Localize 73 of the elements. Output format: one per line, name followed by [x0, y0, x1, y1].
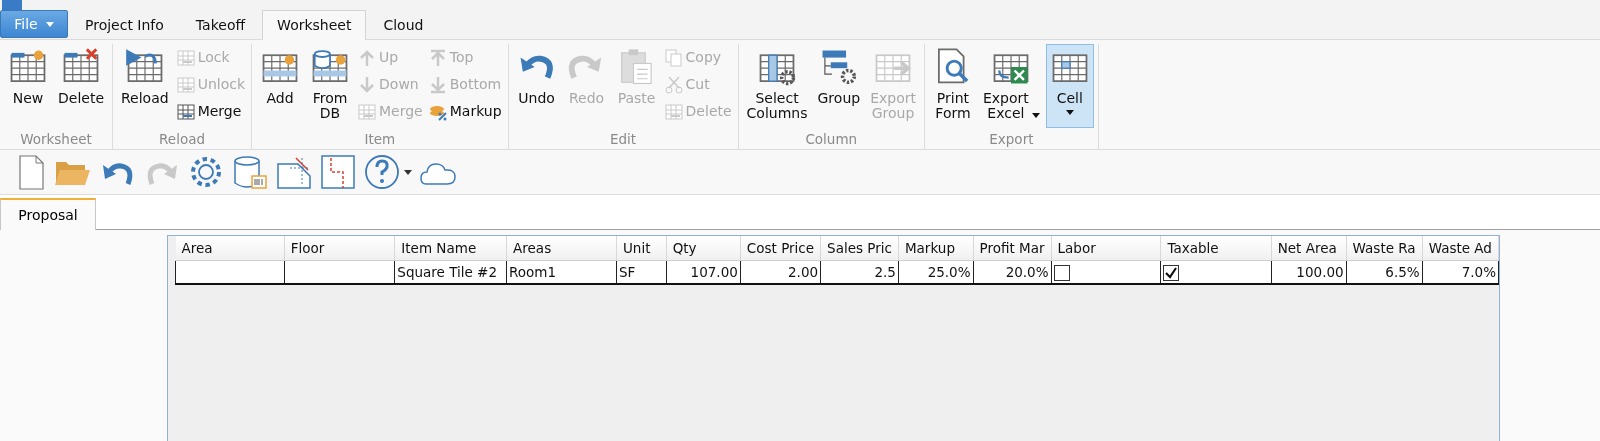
- column-header[interactable]: Profit Mar: [973, 236, 1051, 260]
- floor-plan-icon: [276, 154, 312, 190]
- group-label: Edit: [609, 130, 638, 149]
- check-icon: [1165, 266, 1178, 279]
- table-cell: 100.00: [1296, 263, 1344, 280]
- help-icon: [364, 154, 400, 190]
- toolbar-button[interactable]: [362, 154, 414, 190]
- column-header[interactable]: Area: [175, 236, 285, 260]
- ribbon-button[interactable]: Delete: [54, 44, 108, 128]
- table-icon: [664, 102, 683, 121]
- merge-icon: [358, 102, 377, 121]
- group-label: Export: [988, 130, 1035, 149]
- table-cell: 107.00: [690, 263, 738, 280]
- ribbon-button[interactable]: Select Columns: [742, 44, 812, 128]
- ribbon-button[interactable]: Reload: [117, 44, 173, 128]
- ribbon-tab[interactable]: Takeoff: [180, 10, 261, 39]
- column-header[interactable]: Waste Ra: [1346, 236, 1423, 260]
- column-header[interactable]: Unit: [616, 236, 667, 260]
- ribbon-tab[interactable]: Project Info: [70, 10, 179, 39]
- checkbox[interactable]: [1163, 264, 1180, 281]
- database-icon: [232, 154, 268, 190]
- group-label: Worksheet: [19, 130, 93, 149]
- column-header[interactable]: Floor: [284, 236, 395, 260]
- caret-icon: [404, 169, 412, 175]
- ribbon-button[interactable]: Markup: [426, 98, 504, 125]
- table-cell: Room1: [509, 263, 557, 280]
- column-header[interactable]: Taxable: [1160, 236, 1272, 260]
- app-icon: [2, 0, 22, 10]
- table-cell: SF: [619, 263, 636, 280]
- floor-plan-icon: [320, 154, 356, 190]
- group-label: Column: [804, 130, 859, 149]
- merge-icon: [176, 102, 195, 121]
- copy-icon: [664, 48, 683, 67]
- column-header[interactable]: Waste Ad: [1422, 236, 1499, 260]
- ribbon-tab[interactable]: Cloud: [368, 10, 439, 39]
- table-cell: 7.0%: [1461, 263, 1496, 280]
- ribbon-button[interactable]: Group: [813, 44, 865, 128]
- column-header[interactable]: Qty: [666, 236, 741, 260]
- scissors-icon: [664, 75, 683, 94]
- column-header[interactable]: Item Name: [394, 236, 507, 260]
- toolbar-button[interactable]: [274, 154, 314, 190]
- down-arrow-icon: [358, 75, 377, 94]
- ribbon-button[interactable]: Merge: [174, 98, 248, 125]
- bottom-arrow-icon: [428, 75, 447, 94]
- group-label: Reload: [158, 130, 206, 149]
- table-cell: 25.0%: [927, 263, 971, 280]
- column-header[interactable]: Net Area: [1271, 236, 1347, 260]
- column-header[interactable]: Sales Pric: [820, 236, 899, 260]
- ribbon-tab[interactable]: Worksheet: [262, 10, 367, 40]
- ribbon-button[interactable]: Cell: [1045, 44, 1094, 128]
- ribbon-button[interactable]: Export Excel: [978, 44, 1044, 128]
- toolbar-button[interactable]: [318, 154, 358, 190]
- ribbon-button[interactable]: Undo: [512, 44, 561, 128]
- caret-icon: [45, 21, 54, 27]
- table-cell: 6.5%: [1385, 263, 1420, 280]
- column-header[interactable]: Areas: [506, 236, 617, 260]
- table-cell: Square Tile #2: [397, 263, 497, 280]
- table-cell: 2.5: [874, 263, 896, 280]
- new-document-icon: [16, 154, 46, 190]
- top-arrow-icon: [428, 48, 447, 67]
- table-cell: 20.0%: [1005, 263, 1049, 280]
- column-header[interactable]: Labor: [1051, 236, 1161, 260]
- settings-icon: [188, 154, 224, 190]
- ribbon-button[interactable]: From DB: [306, 44, 355, 128]
- checkbox[interactable]: [1053, 264, 1070, 281]
- ribbon-button[interactable]: New: [4, 44, 52, 128]
- ribbon-button[interactable]: Print Form: [928, 44, 977, 128]
- group-label: Item: [363, 130, 397, 149]
- table-cell: 2.00: [788, 263, 819, 280]
- document-tab[interactable]: Proposal: [0, 198, 96, 230]
- column-header[interactable]: Markup: [898, 236, 974, 260]
- column-header[interactable]: Cost Price: [740, 236, 821, 260]
- ribbon-button[interactable]: Add: [256, 44, 305, 128]
